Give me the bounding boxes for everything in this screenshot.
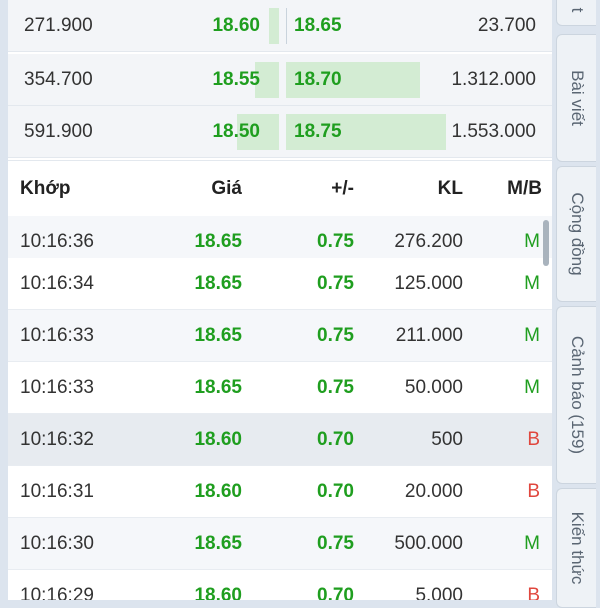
scrollbar-thumb[interactable] bbox=[543, 220, 549, 266]
header-side: M/B bbox=[507, 178, 542, 199]
ask-quantity: 1.312.000 bbox=[451, 69, 536, 90]
side-tab-community[interactable]: Cộng đồng bbox=[556, 166, 596, 302]
trade-price: 18.65 bbox=[194, 325, 242, 346]
trade-change: 0.70 bbox=[317, 585, 354, 600]
side-tab-label: Cộng đồng bbox=[567, 192, 587, 276]
trade-price: 18.60 bbox=[194, 429, 242, 450]
trade-volume: 50.000 bbox=[404, 377, 463, 398]
order-book-row[interactable]: 591.900 18.50 18.75 1.553.000 bbox=[8, 106, 552, 158]
trade-price: 18.60 bbox=[194, 585, 242, 600]
trade-volume: 500.000 bbox=[394, 533, 463, 554]
side-tab-alerts[interactable]: Cảnh báo (159) bbox=[556, 306, 596, 484]
trade-row[interactable]: 10:16:30 18.65 0.75 500.000 M bbox=[8, 518, 552, 570]
trade-volume: 211.000 bbox=[395, 325, 463, 346]
trade-row[interactable]: 10:16:32 18.60 0.70 500 B bbox=[8, 414, 552, 466]
trade-time: 10:16:29 bbox=[20, 585, 94, 600]
trade-price: 18.65 bbox=[194, 533, 242, 554]
trade-row[interactable]: 10:16:34 18.65 0.75 125.000 M bbox=[8, 258, 552, 310]
trade-price: 18.65 bbox=[194, 377, 242, 398]
trade-side: B bbox=[527, 429, 540, 450]
trade-volume: 125.000 bbox=[394, 273, 463, 294]
trade-change: 0.70 bbox=[317, 429, 354, 450]
ask-quantity: 23.700 bbox=[477, 15, 536, 36]
trade-time: 10:16:33 bbox=[20, 377, 94, 398]
order-book-row[interactable]: 354.700 18.55 18.70 1.312.000 bbox=[8, 54, 552, 106]
trade-row[interactable]: 10:16:33 18.65 0.75 50.000 M bbox=[8, 362, 552, 414]
trade-change: 0.75 bbox=[317, 533, 354, 554]
trade-side: M bbox=[524, 273, 540, 294]
trade-row[interactable]: 10:16:33 18.65 0.75 211.000 M bbox=[8, 310, 552, 362]
header-time: Khớp bbox=[20, 178, 71, 199]
trade-price: 18.65 bbox=[194, 273, 242, 294]
trade-volume: 5.000 bbox=[415, 585, 463, 600]
side-tab-label: t bbox=[567, 7, 587, 13]
trade-row[interactable]: 10:16:31 18.60 0.70 20.000 B bbox=[8, 466, 552, 518]
side-tab-top[interactable]: t bbox=[556, 0, 596, 26]
order-book-row[interactable]: 271.900 18.60 18.65 23.700 bbox=[8, 0, 552, 52]
trade-side: M bbox=[524, 377, 540, 398]
trade-change: 0.75 bbox=[317, 377, 354, 398]
trade-time: 10:16:33 bbox=[20, 325, 94, 346]
header-price: Giá bbox=[211, 178, 242, 199]
trade-side: B bbox=[527, 585, 540, 600]
trade-volume: 500 bbox=[431, 429, 463, 450]
trade-side: M bbox=[524, 533, 540, 554]
side-tab-label: Bài viết bbox=[567, 70, 587, 126]
side-tab-label: Cảnh báo (159) bbox=[567, 335, 587, 455]
trade-volume: 20.000 bbox=[404, 481, 463, 502]
trade-price: 18.60 bbox=[194, 481, 242, 502]
trade-time: 10:16:34 bbox=[20, 273, 94, 294]
trade-change: 0.70 bbox=[317, 481, 354, 502]
side-tab-label: Kiến thức bbox=[567, 511, 587, 585]
ask-quantity: 1.553.000 bbox=[451, 121, 536, 142]
side-tab-knowledge[interactable]: Kiến thức bbox=[556, 488, 596, 608]
trade-time: 10:16:32 bbox=[20, 429, 94, 450]
header-volume: KL bbox=[437, 178, 463, 199]
trading-panel: 271.900 18.60 18.65 23.700 354.700 18.55… bbox=[8, 0, 552, 600]
trades-header: Khớp Giá +/- KL M/B bbox=[8, 160, 552, 216]
header-change: +/- bbox=[331, 178, 354, 199]
trade-side: M bbox=[524, 325, 540, 346]
trade-time: 10:16:31 bbox=[20, 481, 94, 502]
trade-change: 0.75 bbox=[317, 325, 354, 346]
trade-change: 0.75 bbox=[317, 273, 354, 294]
trade-row[interactable]: 10:16:29 18.60 0.70 5.000 B bbox=[8, 570, 552, 600]
trade-side: B bbox=[527, 481, 540, 502]
trade-time: 10:16:30 bbox=[20, 533, 94, 554]
side-tab-posts[interactable]: Bài viết bbox=[556, 34, 596, 162]
